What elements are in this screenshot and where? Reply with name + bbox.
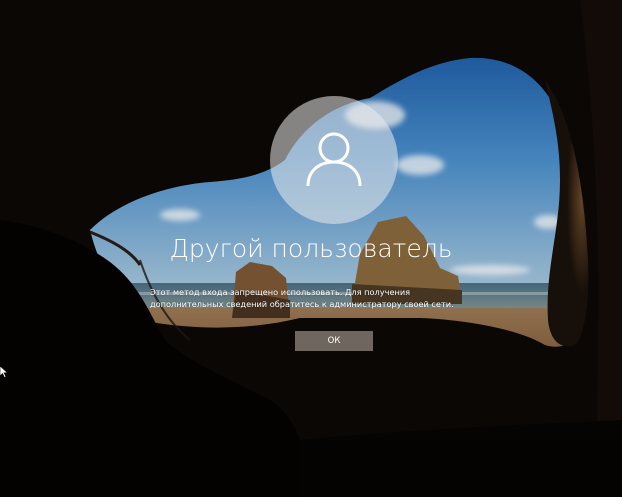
ok-button[interactable]: ОК <box>295 331 373 351</box>
user-silhouette-icon <box>306 132 362 187</box>
lock-screen: Другой пользователь Этот метод входа зап… <box>0 0 622 497</box>
sign-in-error-message: Этот метод входа запрещено использовать.… <box>150 286 500 310</box>
mouse-pointer-icon <box>0 366 8 378</box>
user-avatar <box>270 96 398 224</box>
message-line-1: Этот метод входа запрещено использовать.… <box>150 287 411 297</box>
username-label: Другой пользователь <box>169 234 453 263</box>
message-line-2: дополнительных сведений обратитесь к адм… <box>150 299 454 309</box>
